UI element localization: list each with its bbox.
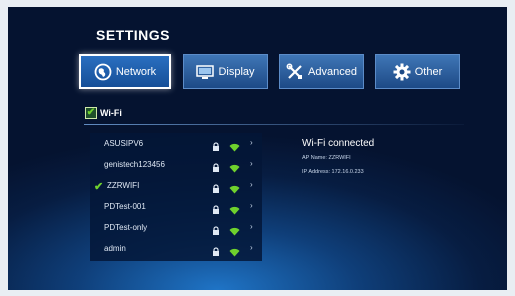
network-item[interactable]: ASUSIPV6 › [90,135,262,155]
network-item-connected[interactable]: ✔ ZZRWIFI › [90,177,262,197]
chevron-right-icon: › [250,180,253,189]
ip-address-text: IP Address: 172.16.0.233 [302,169,364,175]
tab-display-label: Display [218,65,255,78]
network-name: admin [104,244,126,253]
network-item[interactable]: admin › [90,240,262,260]
network-item[interactable]: PDTest-only › [90,219,262,239]
chevron-right-icon: › [250,159,253,168]
ap-name-text: AP Name: ZZRWIFI [302,155,351,161]
network-list: ASUSIPV6 › genistech123456 › ✔ ZZRWIFI ›… [90,133,262,261]
tab-network[interactable]: Network [79,54,171,89]
connection-status-title: Wi-Fi connected [302,138,375,149]
lock-icon [212,244,220,262]
chevron-right-icon: › [250,138,253,147]
wifi-signal-icon [229,139,240,157]
lock-icon [212,202,220,220]
lock-icon [212,139,220,157]
network-item[interactable]: PDTest-001 › [90,198,262,218]
tab-other[interactable]: Other [375,54,460,89]
page-title: SETTINGS [96,27,171,43]
wifi-signal-icon [229,160,240,178]
network-name: ZZRWIFI [107,181,140,190]
lock-icon [212,223,220,241]
lock-icon [212,181,220,199]
settings-screen: SETTINGS Network Display Advanced Other … [8,7,507,290]
tab-network-label: Network [115,65,157,78]
divider [84,124,464,125]
chevron-right-icon: › [250,222,253,231]
gear-icon [393,63,411,81]
network-item[interactable]: genistech123456 › [90,156,262,176]
tab-advanced-label: Advanced [308,65,357,78]
chevron-right-icon: › [250,201,253,210]
display-icon [196,63,215,81]
wifi-checkbox[interactable]: ✔ [85,107,97,119]
tab-display[interactable]: Display [183,54,268,89]
lock-icon [212,160,220,178]
globe-icon [94,63,112,81]
tab-other-label: Other [414,65,443,78]
wifi-toggle-label: Wi-Fi [100,108,122,118]
wifi-signal-icon [229,202,240,220]
network-name: ASUSIPV6 [104,139,144,148]
wifi-signal-icon [229,181,240,199]
network-name: genistech123456 [104,160,165,169]
wifi-signal-icon [229,244,240,262]
tools-icon [286,63,304,81]
wifi-toggle[interactable]: ✔ Wi-Fi [85,107,122,119]
network-name: PDTest-only [104,223,148,232]
checkmark-icon: ✔ [94,181,104,193]
wifi-signal-icon [229,223,240,241]
tab-advanced[interactable]: Advanced [279,54,364,89]
network-name: PDTest-001 [104,202,146,211]
chevron-right-icon: › [250,243,253,252]
